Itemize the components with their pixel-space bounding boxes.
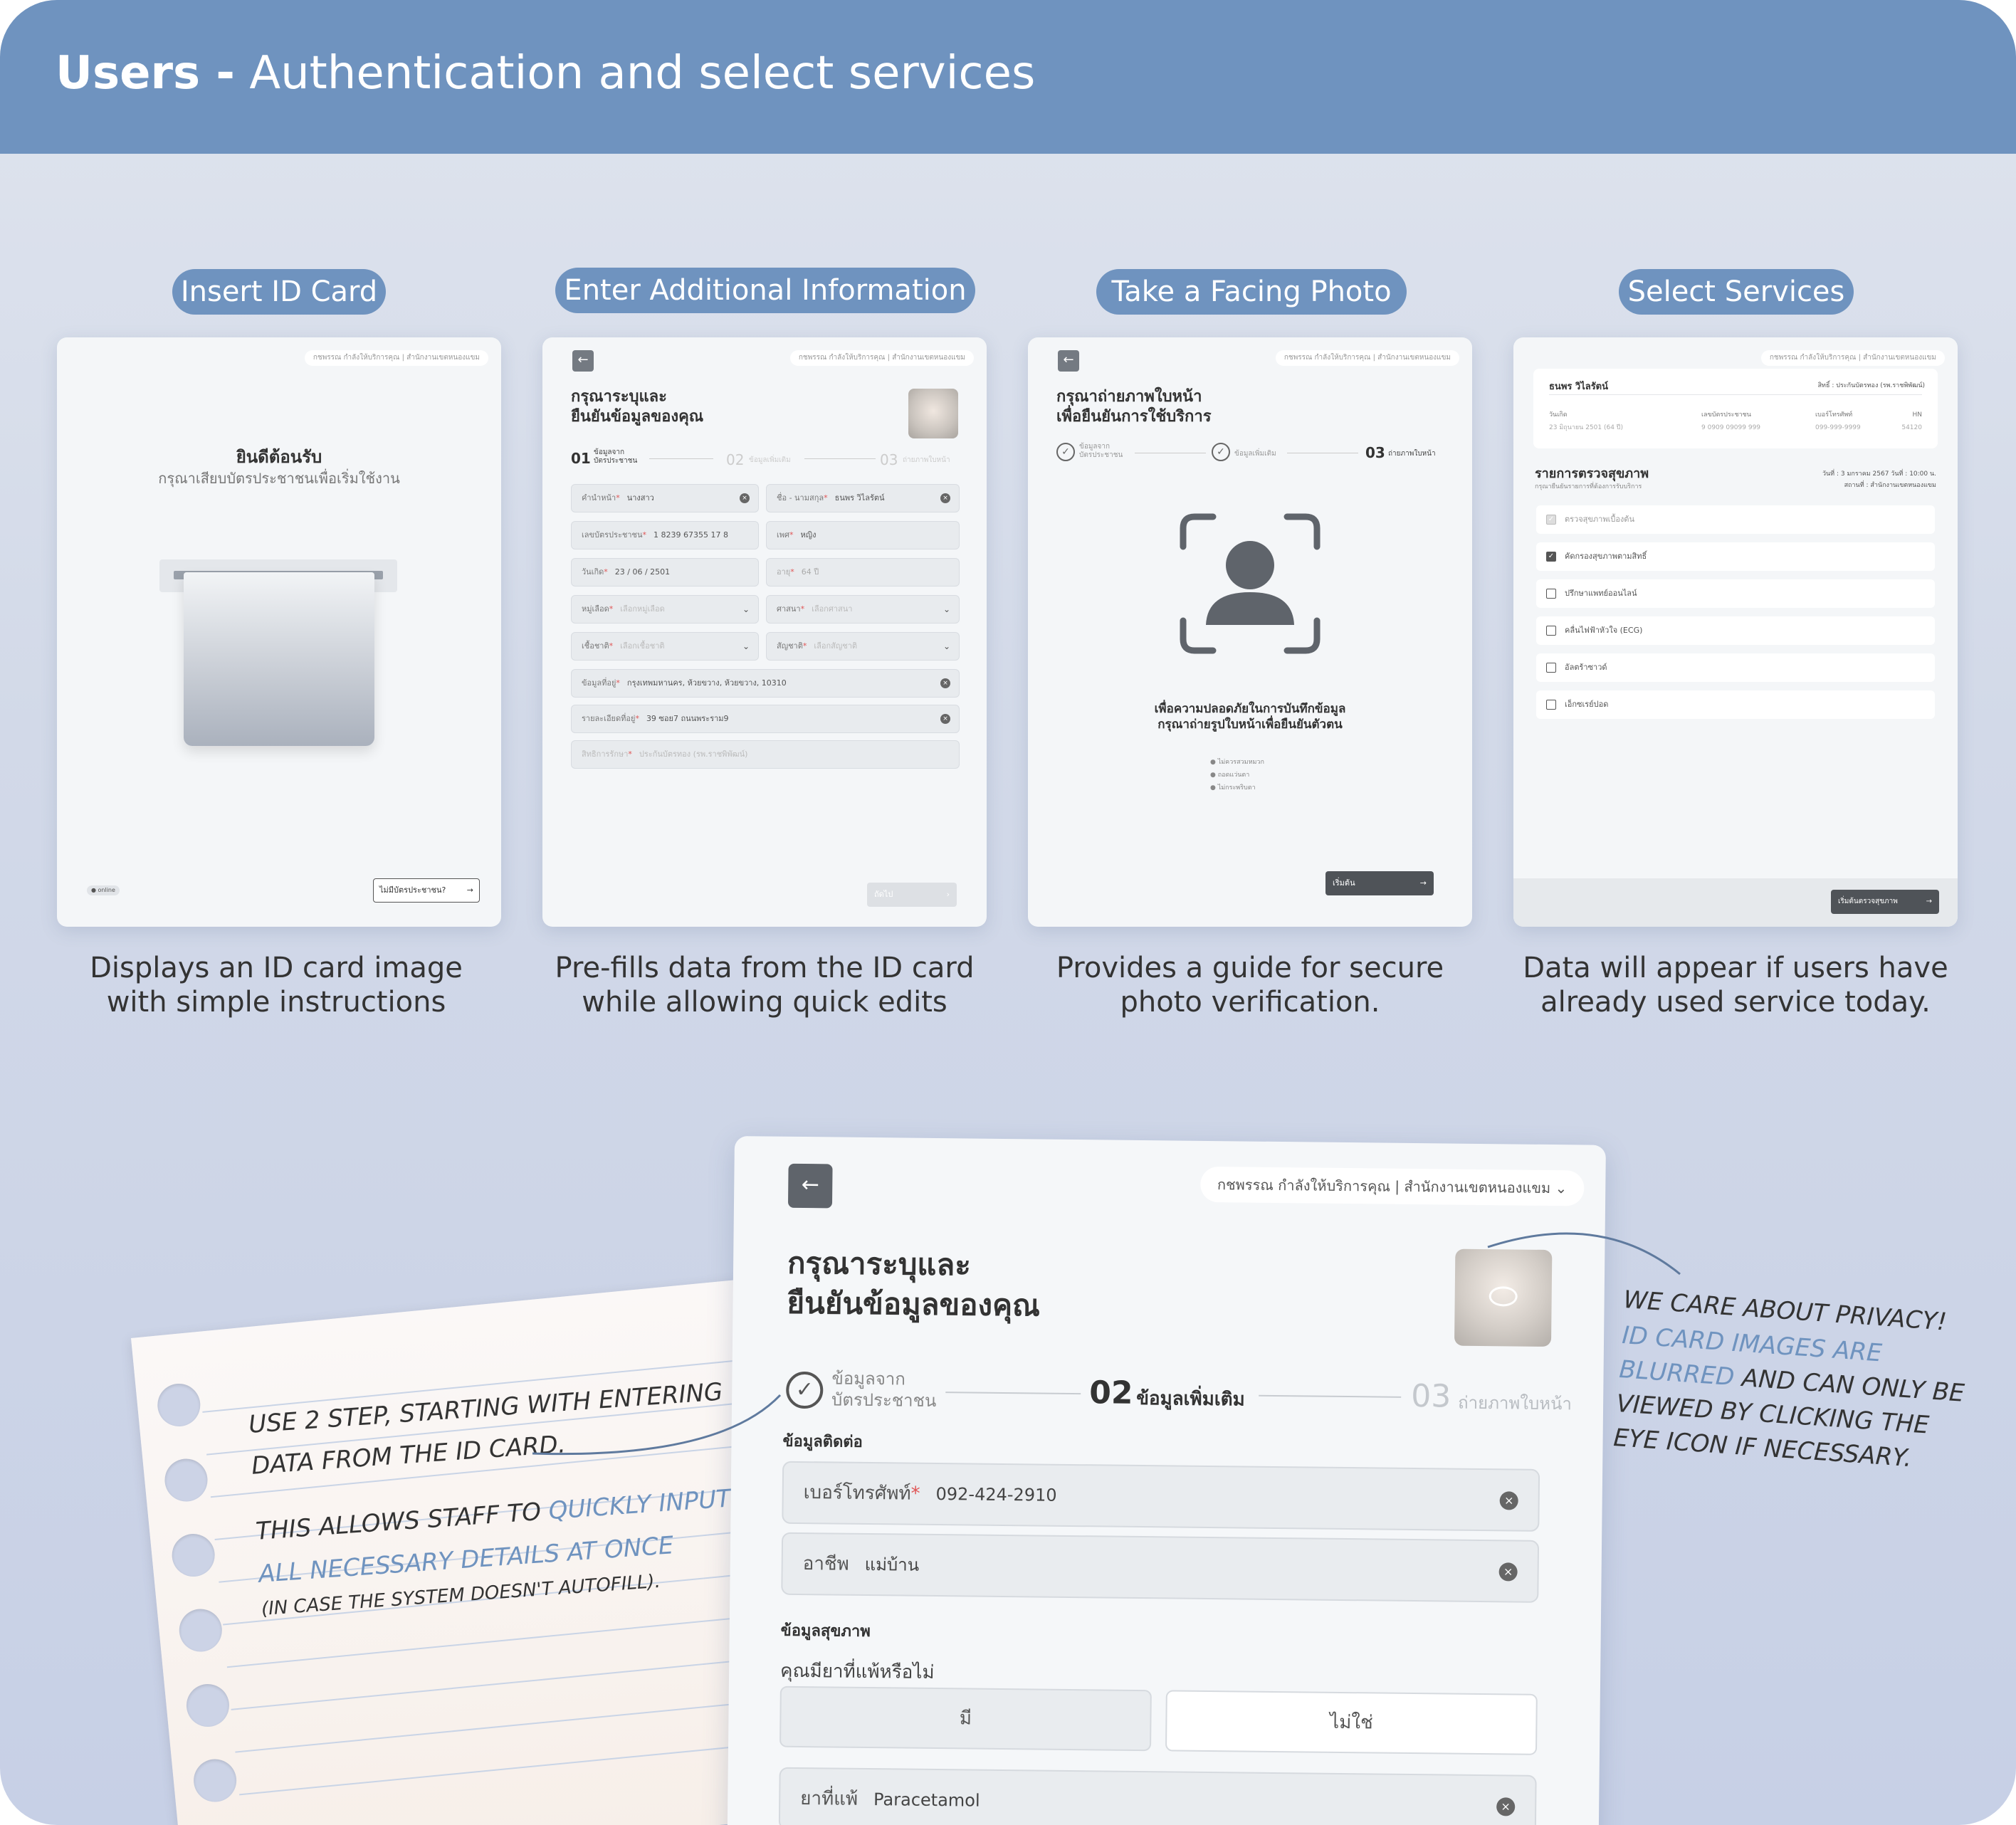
presentation-board: Users - Authentication and select servic… <box>0 0 2016 1825</box>
annotation-connectors <box>532 1232 1681 1456</box>
